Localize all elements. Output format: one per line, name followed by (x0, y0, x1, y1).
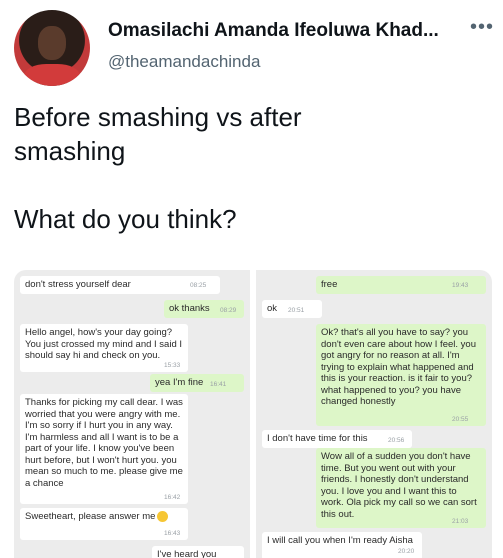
message-time: 15:33 (164, 362, 181, 369)
message-time: 20:51 (288, 307, 305, 314)
message-time: 16:42 (164, 494, 181, 501)
avatar[interactable] (14, 10, 90, 86)
chat-message: I've heard you (152, 546, 244, 558)
smile-emoji-icon (157, 511, 169, 522)
message-time: 20:56 (388, 437, 405, 444)
message-text: I've heard you (157, 549, 217, 558)
chat-message: Wow all of a sudden you don't have time.… (316, 448, 486, 528)
message-text: free (321, 279, 338, 290)
message-text: don't stress yourself dear (25, 279, 131, 290)
avatar-face (38, 26, 66, 60)
chat-screenshot-right[interactable]: free 19:43 ok 20:51 Ok? that's all you h… (256, 270, 492, 558)
message-time: 08:25 (190, 282, 207, 289)
message-time: 19:43 (452, 282, 469, 289)
message-time: 20:20 (398, 548, 415, 555)
message-time: 16:41 (210, 381, 227, 388)
chat-message: Hello angel, how's your day going? You j… (20, 324, 188, 372)
message-text: Wow all of a sudden you don't have time.… (321, 451, 477, 520)
chat-message: Thanks for picking my call dear. I was w… (20, 394, 188, 504)
message-time: 16:43 (164, 530, 181, 537)
message-time: 08:29 (220, 307, 237, 314)
message-text: I will call you when I'm ready Aisha (267, 535, 413, 546)
message-time: 20:55 (452, 416, 469, 423)
message-text: ok (267, 303, 278, 314)
message-text: I don't have time for this (267, 433, 368, 444)
tweet-media[interactable]: don't stress yourself dear 08:25 ok than… (14, 270, 492, 558)
chat-message: Ok? that's all you have to say? you don'… (316, 324, 486, 426)
tweet-header: Omasilachi Amanda Ifeoluwa Khad... @thea… (14, 10, 494, 90)
chat-screenshot-left[interactable]: don't stress yourself dear 08:25 ok than… (14, 270, 250, 558)
message-text: Ok? that's all you have to say? you don'… (321, 327, 476, 407)
author-handle[interactable]: @theamandachinda (108, 52, 260, 72)
message-text: ok thanks (169, 303, 210, 314)
more-horizontal-icon[interactable]: ••• (470, 16, 494, 39)
message-text: Sweetheart, please answer me (25, 511, 156, 523)
chat-message: Sweetheart, please answer me (20, 508, 188, 540)
message-text: Hello angel, how's your day going? You j… (25, 327, 183, 361)
avatar-shirt (24, 64, 80, 86)
message-text: Thanks for picking my call dear. I was w… (25, 397, 183, 489)
message-text: yea I'm fine (155, 377, 204, 388)
chat-message: yea I'm fine (150, 374, 244, 392)
tweet-text: Before smashing vs after smashing What d… (14, 102, 302, 234)
message-time: 21:03 (452, 518, 469, 525)
author-name[interactable]: Omasilachi Amanda Ifeoluwa Khad... (108, 20, 439, 42)
